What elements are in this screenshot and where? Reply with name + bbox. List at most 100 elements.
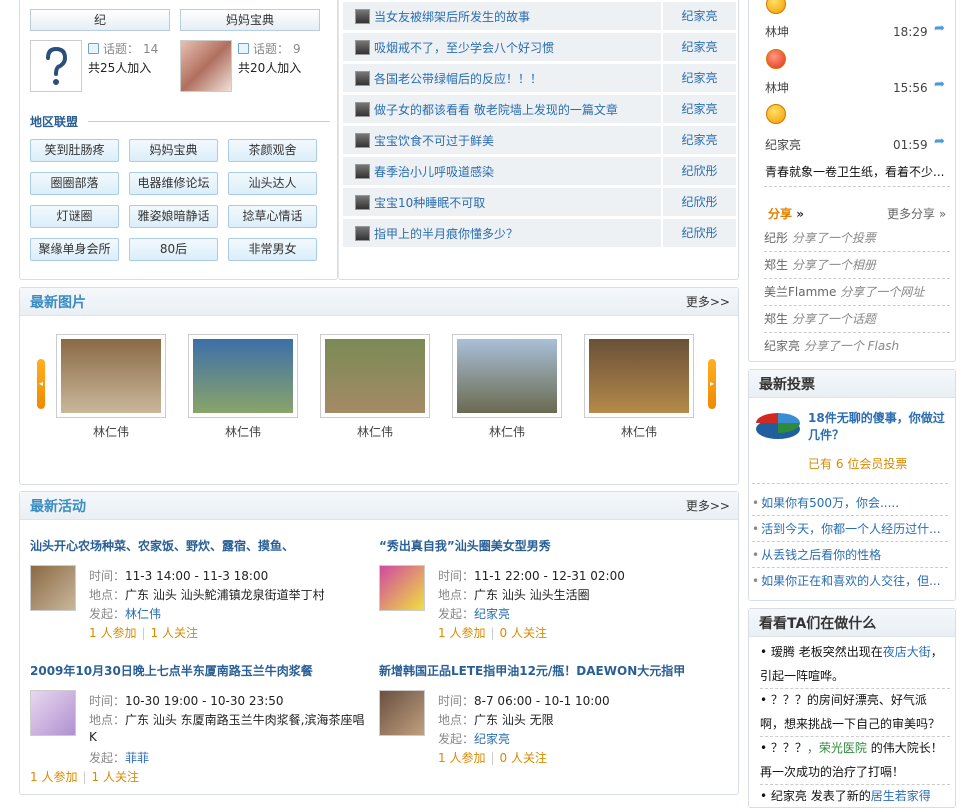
feed-link[interactable]: ，荣光医院 [807,741,867,755]
share-user[interactable]: 美兰Flamme [764,285,836,299]
host-name[interactable]: 纪家亮 [474,732,510,746]
photo-author[interactable]: 林仁伟 [56,423,166,440]
poll-item-text[interactable]: 活到今天，你都一个人经历过什... [761,522,940,536]
group-avatar-photo[interactable] [180,40,232,92]
group-avatar-question[interactable] [30,40,82,92]
carousel-prev-button[interactable]: ◂ [37,359,45,409]
host-name[interactable]: 纪家亮 [474,607,510,621]
article-title[interactable]: 当女友被绑架后所发生的故事 [374,8,661,25]
region-button[interactable]: 聚缘单身会所 [30,238,119,261]
article-title[interactable]: 各国老公带绿帽后的反应！！！ [374,70,661,87]
share-row[interactable]: 郑生 分享了一个相册 [764,252,950,279]
poll-item-text[interactable]: 如果你有500万，你会..... [761,496,899,510]
article-title[interactable]: 吸烟戒不了，至少学会八个好习惯 [374,39,661,56]
poll-featured-title[interactable]: 18件无聊的傻事，你做过几件？ [808,410,948,444]
poll-item-text[interactable]: 从丢钱之后看你的性格 [761,548,881,562]
share-user[interactable]: 纪家亮 [764,339,800,353]
photo-author[interactable]: 林仁伟 [452,423,562,440]
article-title[interactable]: 宝宝饮食不可过于鲜美 [374,132,661,149]
follow-count[interactable]: 0 人关注 [500,626,547,640]
article-row[interactable]: 吸烟戒不了，至少学会八个好习惯 纪家亮 [343,33,736,62]
share-row[interactable]: 郑生 分享了一个话题 [764,306,950,333]
article-row[interactable]: 春季治小儿呼吸道感染 纪欣彤 [343,157,736,186]
region-button[interactable]: 80后 [129,238,218,261]
activity-title[interactable]: 汕头开心农场种菜、农家饭、野炊、露宿、摸鱼、 [30,537,294,554]
follow-count[interactable]: 0 人关注 [500,751,547,765]
reply-arrow-icon[interactable]: ➦ [934,134,945,149]
article-row[interactable]: 做子女的都该看看 敬老院墙上发现的一篇文章 纪家亮 [343,95,736,124]
chat-user[interactable]: 纪家亮 [765,136,801,153]
photo-thumbnail[interactable] [56,334,166,418]
poll-item-text[interactable]: 如果你正在和喜欢的人交往，但... [761,574,940,588]
photo-thumbnail[interactable] [320,334,430,418]
article-author[interactable]: 纪家亮 [661,95,736,123]
region-button[interactable]: 捻草心情话 [228,205,317,228]
share-action[interactable]: 分享了一个投票 [792,231,876,245]
article-row[interactable]: 指甲上的半月痕你懂多少？ 纪欣彤 [343,219,736,248]
article-row[interactable]: 各国老公带绿帽后的反应！！！ 纪家亮 [343,64,736,93]
share-action[interactable]: 分享了一个 Flash [804,339,899,353]
share-user[interactable]: 郑生 [764,258,788,272]
photo-thumbnail[interactable] [188,334,298,418]
activities-more-link[interactable]: 更多>> [686,497,730,514]
region-button[interactable]: 电器维修论坛 [129,172,218,195]
activity-image[interactable] [379,690,425,736]
photo-author[interactable]: 林仁伟 [584,423,694,440]
region-button[interactable]: 笑到肚肠疼 [30,139,119,162]
region-button[interactable]: 汕头达人 [228,172,317,195]
photo-thumbnail[interactable] [584,334,694,418]
activity-title[interactable]: 新增韩国正品LETE指甲油12元/瓶！DAEWON大元指甲 [379,662,685,679]
share-user[interactable]: 纪彤 [764,231,788,245]
carousel-next-button[interactable]: ▸ [708,359,716,409]
article-author[interactable]: 纪欣彤 [661,219,736,247]
photo-author[interactable]: 林仁伟 [188,423,298,440]
share-row[interactable]: 纪彤 分享了一个投票 [764,225,950,252]
share-action[interactable]: 分享了一个话题 [792,312,876,326]
group-name-button-1[interactable]: 纪 [30,9,170,31]
article-row[interactable]: 宝宝饮食不可过于鲜美 纪家亮 [343,126,736,155]
reply-arrow-icon[interactable]: ➦ [934,21,945,36]
share-user[interactable]: 郑生 [764,312,788,326]
share-action[interactable]: 分享了一个相册 [792,258,876,272]
feed-user[interactable]: • 瑷腾 [760,645,795,659]
activity-title[interactable]: 2009年10月30日晚上七点半东厦南路玉兰牛肉浆餐 [30,662,313,679]
join-count[interactable]: 1 人参加 [438,626,485,640]
join-count[interactable]: 1 人参加 [89,626,136,640]
activity-image[interactable] [379,565,425,611]
follow-count[interactable]: 1 人关注 [151,626,198,640]
share-action[interactable]: 分享了一个网址 [840,285,924,299]
article-row[interactable]: 当女友被绑架后所发生的故事 纪家亮 [343,2,736,31]
join-count[interactable]: 1 人参加 [438,751,485,765]
article-author[interactable]: 纪欣彤 [661,188,736,216]
poll-item[interactable]: • 活到今天，你都一个人经历过什... [752,516,948,542]
article-title[interactable]: 做子女的都该看看 敬老院墙上发现的一篇文章 [374,101,661,118]
share-row[interactable]: 美兰Flamme 分享了一个网址 [764,279,950,306]
poll-item[interactable]: • 从丢钱之后看你的性格 [752,542,948,568]
share-more-link[interactable]: 更多分享 » [887,205,946,222]
share-title-text[interactable]: 分享 [768,207,792,221]
chat-user[interactable]: 林坤 [765,23,789,40]
article-author[interactable]: 纪家亮 [661,33,736,61]
region-button[interactable]: 茶颜观舍 [228,139,317,162]
article-title[interactable]: 宝宝10种睡眠不可取 [374,194,661,211]
article-author[interactable]: 纪家亮 [661,126,736,154]
article-row[interactable]: 宝宝10种睡眠不可取 纪欣彤 [343,188,736,217]
region-button[interactable]: 雅姿娘暗静话 [129,205,218,228]
region-button[interactable]: 灯谜圈 [30,205,119,228]
activity-title[interactable]: “秀出真自我”汕头圈美女型男秀 [379,537,551,554]
group-name-button-2[interactable]: 妈妈宝典 [180,9,320,31]
article-author[interactable]: 纪家亮 [661,64,736,92]
photos-more-link[interactable]: 更多>> [686,293,730,310]
article-author[interactable]: 纪家亮 [661,2,736,30]
join-count[interactable]: 1 人参加 [30,770,77,784]
photo-thumbnail[interactable] [452,334,562,418]
feed-user[interactable]: • ？？？ [760,693,807,707]
reply-arrow-icon[interactable]: ➦ [934,77,945,92]
article-author[interactable]: 纪欣彤 [661,157,736,185]
poll-item[interactable]: • 如果你正在和喜欢的人交往，但... [752,568,948,594]
region-button[interactable]: 非常男女 [228,238,317,261]
region-button[interactable]: 圈圈部落 [30,172,119,195]
feed-link[interactable]: 夜店大街 [883,645,931,659]
article-title[interactable]: 春季治小儿呼吸道感染 [374,163,661,180]
share-row[interactable]: 纪家亮 分享了一个 Flash [764,333,950,360]
